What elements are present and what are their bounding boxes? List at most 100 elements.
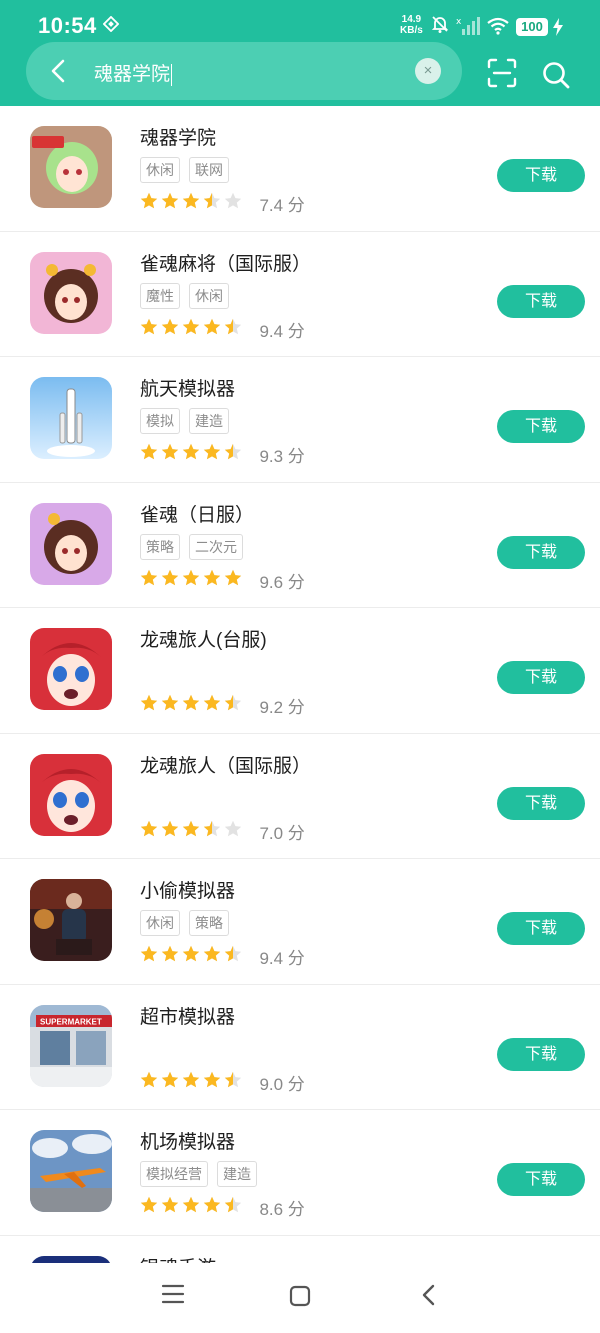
star-icon [224, 192, 242, 209]
stars-svg [140, 820, 242, 836]
download-button[interactable]: 下载 [497, 661, 585, 694]
charging-icon [553, 18, 563, 36]
app-icon-thief[interactable] [30, 879, 112, 961]
star-icon [224, 820, 242, 836]
list-item[interactable]: 小偷模拟器 休闲 策略 9.4 分 下载 [0, 859, 600, 985]
star-icon [182, 1196, 200, 1213]
download-button[interactable]: 下载 [497, 912, 585, 945]
app-rating: 7.0 分 [140, 819, 305, 843]
star-icon [203, 820, 221, 836]
app-name[interactable]: 龙魂旅人(台服) [140, 625, 267, 652]
header: 10:54 14.9 KB/s x 100 魂器学院 × [0, 0, 600, 106]
app-name[interactable]: 雀魂（日服） [140, 500, 254, 527]
list-item[interactable]: 龙魂旅人（国际服） 7.0 分 下载 [0, 734, 600, 859]
stars-svg [140, 1196, 242, 1213]
app-tag: 休闲 [189, 282, 229, 309]
back-icon[interactable] [419, 1283, 439, 1307]
app-name[interactable]: 超市模拟器 [140, 1002, 235, 1029]
supermarket-sign: SUPERMARKET [40, 1017, 102, 1026]
star-icon [161, 443, 179, 460]
app-tags: 休闲 策略 [140, 910, 238, 936]
app-name[interactable]: 魂器学院 [140, 123, 216, 150]
list-item[interactable]: 魂器学院 休闲 联网 7.4 分 下载 [0, 106, 600, 232]
net-speed-value: 14.9 [401, 14, 422, 25]
stars-svg [140, 694, 242, 711]
app-icon-rocket[interactable] [30, 377, 112, 459]
app-icon-anime-girl[interactable] [30, 251, 112, 334]
download-button[interactable]: 下载 [497, 1037, 585, 1071]
app-name[interactable]: 小偷模拟器 [140, 876, 235, 903]
app-name[interactable]: 航天模拟器 [140, 374, 235, 401]
app-rating: 9.3 分 [140, 442, 305, 466]
search-input[interactable]: 魂器学院 [94, 59, 173, 86]
app-score: 9.2 分 [259, 698, 305, 717]
app-name[interactable]: 龙魂旅人（国际服） [140, 751, 311, 778]
app-score: 9.6 分 [259, 572, 305, 592]
app-score: 9.4 分 [259, 949, 305, 968]
app-rating: 9.4 分 [140, 944, 305, 968]
scan-icon[interactable] [487, 58, 517, 88]
star-icon [182, 192, 200, 209]
text-caret [171, 63, 173, 86]
status-bar: 10:54 14.9 KB/s x 100 [0, 0, 600, 44]
download-button[interactable]: 下载 [497, 284, 585, 318]
list-item[interactable]: 航天模拟器 模拟 建造 9.3 分 下载 [0, 357, 600, 483]
search-bar[interactable]: 魂器学院 × [26, 42, 462, 100]
list-item[interactable]: 雀魂（日服） 策略 二次元 9.6 分 下载 [0, 483, 600, 608]
svg-text:x: x [456, 17, 462, 27]
star-icon [161, 1071, 179, 1087]
star-icon [182, 318, 200, 334]
home-icon[interactable] [289, 1285, 311, 1307]
app-rating: 9.0 分 [140, 1070, 305, 1094]
star-rating [140, 318, 245, 341]
download-button[interactable]: 下载 [497, 786, 585, 820]
star-icon [140, 1196, 158, 1213]
back-arrow-icon[interactable] [46, 58, 72, 84]
star-rating [140, 192, 245, 215]
system-nav-bar [0, 1263, 600, 1333]
net-speed: 14.9 KB/s [400, 14, 423, 36]
download-button[interactable]: 下载 [497, 410, 585, 443]
app-icon-anime-girl[interactable] [30, 126, 112, 208]
star-icon [140, 192, 158, 209]
menu-icon[interactable] [161, 1283, 185, 1305]
list-item[interactable]: 雀魂麻将（国际服） 魔性 休闲 9.4 分 下载 [0, 232, 600, 357]
star-icon [224, 945, 242, 962]
app-score: 9.0 分 [259, 1074, 305, 1094]
app-tag: 休闲 [140, 157, 180, 183]
download-button[interactable]: 下载 [497, 159, 585, 192]
star-icon [224, 443, 242, 460]
star-icon [203, 443, 221, 460]
app-icon-red-hair-girl[interactable] [30, 753, 112, 836]
app-tags: 模拟 建造 [140, 408, 238, 434]
app-icon-red-hair-girl[interactable] [30, 628, 112, 710]
list-item[interactable]: 龙魂旅人(台服) 9.2 分 下载 [0, 608, 600, 734]
star-icon [140, 694, 158, 711]
download-button[interactable]: 下载 [497, 535, 585, 569]
star-icon [224, 694, 242, 711]
app-tag: 二次元 [189, 533, 243, 560]
app-name[interactable]: 机场模拟器 [140, 1127, 235, 1154]
star-icon [224, 318, 242, 334]
app-tag: 模拟 [140, 408, 180, 434]
list-item[interactable]: 机场模拟器 模拟经营 建造 8.6 分 下载 [0, 1110, 600, 1236]
app-tags: 魔性 休闲 [140, 282, 238, 309]
wifi-icon [487, 17, 509, 35]
clear-search-button[interactable]: × [415, 58, 441, 84]
signal-icon: x [456, 17, 480, 35]
app-score: 9.3 分 [259, 447, 305, 466]
stars-svg [140, 192, 242, 209]
app-icon-airplane[interactable] [30, 1130, 112, 1212]
app-score: 7.0 分 [259, 823, 305, 843]
search-results-list: 魂器学院 休闲 联网 7.4 分 下载 雀魂麻将（国际服） 魔性 休闲 9.4 分 [0, 106, 600, 1296]
app-icon-supermarket[interactable]: SUPERMARKET [30, 1004, 112, 1087]
search-icon[interactable] [541, 60, 571, 90]
list-item[interactable]: SUPERMARKET 超市模拟器 9.0 分 下载 [0, 985, 600, 1110]
download-button[interactable]: 下载 [497, 1163, 585, 1196]
star-icon [161, 569, 179, 585]
star-icon [182, 443, 200, 460]
app-tag: 模拟经营 [140, 1161, 208, 1187]
star-icon [140, 443, 158, 460]
app-icon-anime-girl[interactable] [30, 502, 112, 585]
app-name[interactable]: 雀魂麻将（国际服） [140, 249, 311, 276]
